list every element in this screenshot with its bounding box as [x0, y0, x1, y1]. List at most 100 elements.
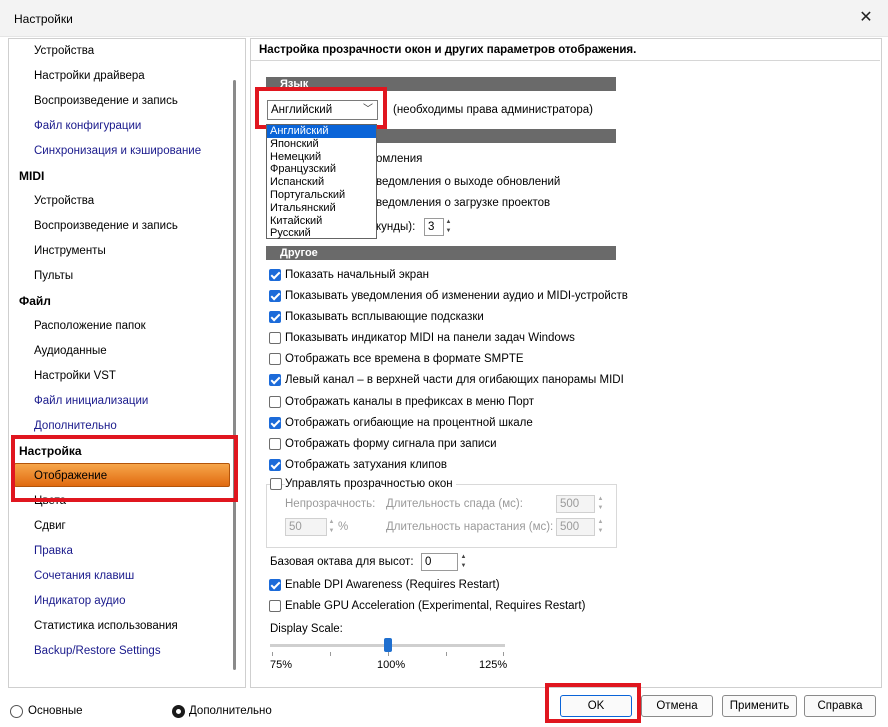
radio-basic-label: Основные [28, 705, 83, 717]
sidebar-item-audio-playback-record[interactable]: Воспроизведение и запись [34, 95, 178, 107]
opacity-spinner[interactable]: ▲ ▼ [328, 518, 335, 536]
scale-tick [446, 652, 447, 656]
scale-min-label: 75% [270, 659, 293, 671]
sidebar-item-config-file[interactable]: Файл конфигурации [34, 120, 141, 132]
sidebar-item-nudge[interactable]: Сдвиг [34, 520, 66, 532]
sidebar-item-init-file[interactable]: Файл инициализации [34, 395, 148, 407]
highlight-frame-ok [545, 683, 641, 723]
language-option[interactable]: Японский [267, 138, 376, 151]
opacity-input[interactable]: 50 [285, 518, 327, 536]
language-option[interactable]: Португальский [267, 189, 376, 202]
base-octave-label: Базовая октава для высот: [270, 556, 414, 568]
option-label: Отображать каналы в префиксах в меню Пор… [285, 396, 535, 408]
seconds-spinner[interactable]: ▲ ▼ [445, 218, 452, 236]
opacity-label: Непрозрачность: [285, 498, 376, 510]
checkbox-envelope-percent[interactable] [269, 417, 281, 429]
language-option[interactable]: Французский [267, 163, 376, 176]
cancel-button[interactable]: Отмена [641, 695, 713, 717]
sidebar-item-midi-devices[interactable]: Устройства [34, 195, 94, 207]
sidebar-item-instruments[interactable]: Инструменты [34, 245, 106, 257]
checkbox-port-prefixes[interactable] [269, 396, 281, 408]
checkbox-dpi-awareness[interactable] [269, 579, 281, 591]
checkbox-left-channel-top[interactable] [269, 374, 281, 386]
fadeout-input[interactable]: 500 [556, 495, 595, 513]
language-option[interactable]: Китайский [267, 215, 376, 228]
radio-advanced[interactable] [172, 705, 185, 718]
notification-option-3-label: ведомления о загрузке проектов [376, 197, 551, 209]
checkbox-device-change-notify[interactable] [269, 290, 281, 302]
language-option[interactable]: Английский [267, 125, 376, 138]
sidebar-item-vst-settings[interactable]: Настройки VST [34, 370, 116, 382]
language-option[interactable]: Итальянский [267, 202, 376, 215]
sidebar-item-audio-meters[interactable]: Индикатор аудио [34, 595, 125, 607]
title-bar [0, 0, 888, 37]
language-option[interactable]: Испанский [267, 176, 376, 189]
checkbox-smpte[interactable] [269, 353, 281, 365]
fadein-label: Длительность нарастания (мс): [386, 521, 554, 533]
sidebar-item-backup-restore[interactable]: Backup/Restore Settings [34, 645, 161, 657]
sidebar-item-sync-caching[interactable]: Синхронизация и кэширование [34, 145, 201, 157]
checkbox-clip-fades[interactable] [269, 459, 281, 471]
language-option[interactable]: Немецкий [267, 151, 376, 164]
page-title: Настройка прозрачности окон и других пар… [251, 39, 880, 61]
sidebar-item-advanced[interactable]: Дополнительно [34, 420, 117, 432]
sidebar-header-file[interactable]: Файл [19, 294, 51, 308]
base-octave-spinner[interactable]: ▲ ▼ [460, 553, 467, 571]
transparency-label: Управлять прозрачностью окон [285, 478, 456, 490]
fadein-input[interactable]: 500 [556, 518, 595, 536]
notification-seconds-input[interactable]: 3 [424, 218, 444, 236]
transparency-groupbox [266, 484, 617, 548]
option-label: Отображать огибающие на процентной шкале [285, 417, 533, 429]
highlight-frame-language [255, 87, 387, 129]
option-label: Отображать все времена в формате SMPTE [285, 353, 524, 365]
option-label: Показывать всплывающие подсказки [285, 311, 484, 323]
notification-option-2-label: ведомления о выходе обновлений [376, 176, 561, 188]
notification-option-1-label: омления [376, 153, 423, 165]
language-option[interactable]: Русский [267, 227, 376, 240]
sidebar-item-controllers[interactable]: Пульты [34, 270, 73, 282]
base-octave-input[interactable]: 0 [421, 553, 458, 571]
scale-tick [272, 652, 273, 656]
sidebar-item-midi-playback-record[interactable]: Воспроизведение и запись [34, 220, 178, 232]
notification-seconds-label: кунды): [376, 221, 416, 233]
fadein-spinner[interactable]: ▲ ▼ [597, 518, 604, 536]
sidebar-item-audio-data[interactable]: Аудиоданные [34, 345, 107, 357]
sidebar-item-driver-settings[interactable]: Настройки драйвера [34, 70, 145, 82]
scale-mid-label: 100% [377, 659, 406, 671]
checkbox-waveform-record[interactable] [269, 438, 281, 450]
gpu-label: Enable GPU Acceleration (Experimental, R… [285, 600, 586, 612]
sidebar-scrollbar[interactable] [233, 80, 236, 670]
dpi-label: Enable DPI Awareness (Requires Restart) [285, 579, 500, 591]
checkbox-gpu-acceleration[interactable] [269, 600, 281, 612]
checkbox-transparency[interactable] [270, 478, 282, 490]
radio-basic[interactable] [10, 705, 23, 718]
sidebar-item-keyboard-shortcuts[interactable]: Сочетания клавиш [34, 570, 134, 582]
option-label: Показывать индикатор MIDI на панели зада… [285, 332, 575, 344]
help-button[interactable]: Справка [804, 695, 876, 717]
display-scale-thumb[interactable] [384, 638, 392, 652]
checkbox-tooltips[interactable] [269, 311, 281, 323]
apply-button[interactable]: Применить [722, 695, 797, 717]
display-scale-label: Display Scale: [270, 623, 343, 635]
language-dropdown-list: Английский Японский Немецкий Французский… [266, 124, 377, 239]
option-label: Показывать уведомления об изменении ауди… [285, 290, 628, 302]
checkbox-midi-taskbar[interactable] [269, 332, 281, 344]
sidebar-tree: Устройства Настройки драйвера Воспроизве… [8, 38, 246, 688]
option-label: Отображать затухания клипов [285, 459, 447, 471]
sidebar-item-folder-locations[interactable]: Расположение папок [34, 320, 146, 332]
scale-max-label: 125% [479, 659, 508, 671]
sidebar-item-usage-stats[interactable]: Статистика использования [34, 620, 178, 632]
language-admin-note: (необходимы права администратора) [393, 104, 593, 116]
section-other: Другое [266, 246, 616, 260]
checkbox-show-start-screen[interactable] [269, 269, 281, 281]
fadeout-spinner[interactable]: ▲ ▼ [597, 495, 604, 513]
sidebar-item-editing[interactable]: Правка [34, 545, 73, 557]
sidebar-header-midi[interactable]: MIDI [19, 169, 44, 183]
option-label: Левый канал – в верхней части для огибаю… [285, 374, 624, 386]
sidebar-item-audio-devices[interactable]: Устройства [34, 45, 94, 57]
highlight-frame-display [11, 435, 238, 502]
close-icon[interactable]: ✕ [856, 8, 876, 28]
window-title: Настройки [14, 12, 73, 26]
scale-tick [388, 652, 389, 656]
fadeout-label: Длительность спада (мс): [386, 498, 523, 510]
